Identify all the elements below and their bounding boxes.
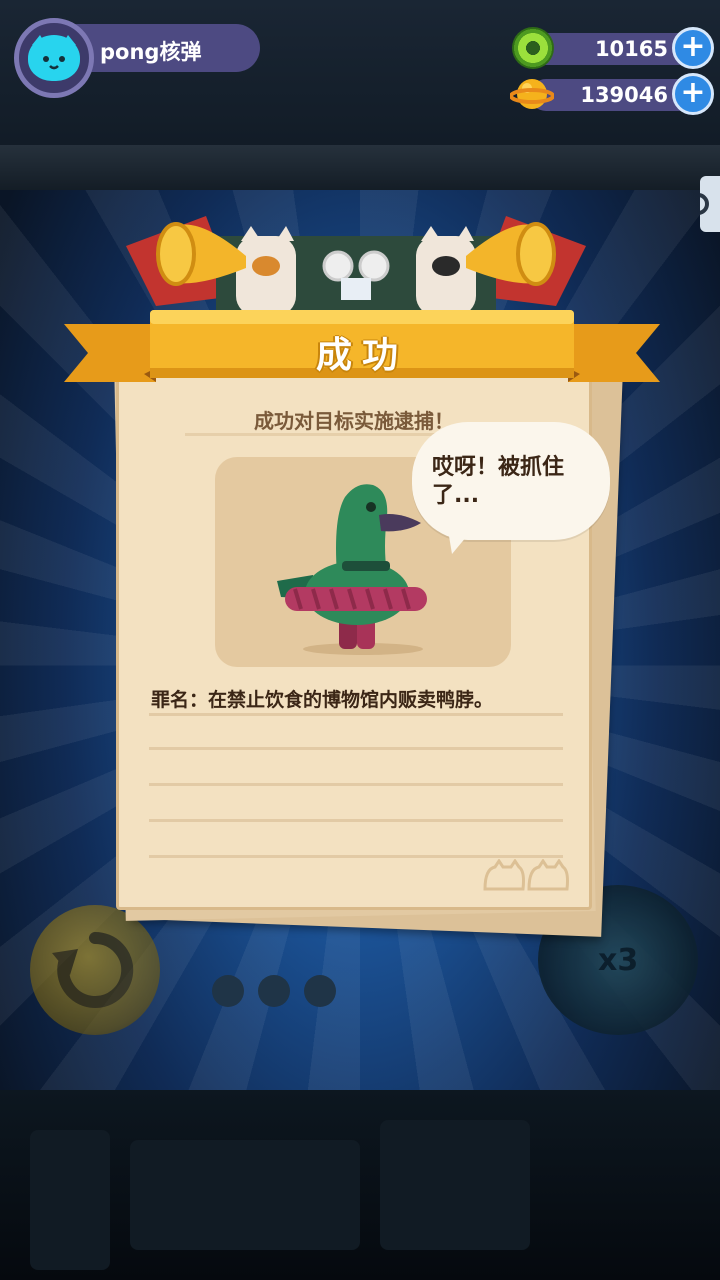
success-banner: 成功	[64, 308, 660, 390]
currency-gold-value: 139046	[580, 83, 668, 107]
cat-paw-stamp-icon	[481, 858, 571, 895]
add-currency-gold-button[interactable]: +	[672, 73, 714, 115]
page-dot	[304, 975, 336, 1007]
page-dot	[258, 975, 290, 1007]
popup-title: 成功	[315, 335, 408, 376]
restart-button[interactable]	[30, 905, 160, 1035]
cat-face-icon	[28, 35, 80, 81]
side-tab-button[interactable]	[687, 176, 720, 232]
page-dot	[212, 975, 244, 1007]
speed-label: x3	[598, 943, 639, 978]
player-profile[interactable]: pong核弹	[14, 18, 260, 98]
crime-description: 罪名：在禁止饮食的博物馆内贩卖鸭脖。	[151, 689, 494, 711]
add-currency-green-button[interactable]: +	[672, 27, 714, 69]
avatar[interactable]	[14, 18, 94, 98]
gold-planet-coin-icon	[509, 73, 555, 115]
currency-gold: 139046 +	[508, 73, 714, 117]
player-name: pong核弹	[100, 40, 202, 64]
trumpet-cats-illustration	[116, 196, 596, 326]
speech-tail	[446, 518, 482, 554]
currency-green-value: 10165	[594, 37, 668, 61]
green-donut-coin-icon	[512, 27, 554, 69]
currency-green: 10165 +	[508, 27, 714, 71]
scene-bottom-floor	[0, 1090, 720, 1280]
suspect-speech-text: 哎呀！被抓住了...	[432, 455, 565, 508]
link-icon	[687, 193, 709, 215]
restart-icon	[52, 931, 134, 1008]
speech-bubble: 哎呀！被抓住了...	[412, 422, 610, 554]
